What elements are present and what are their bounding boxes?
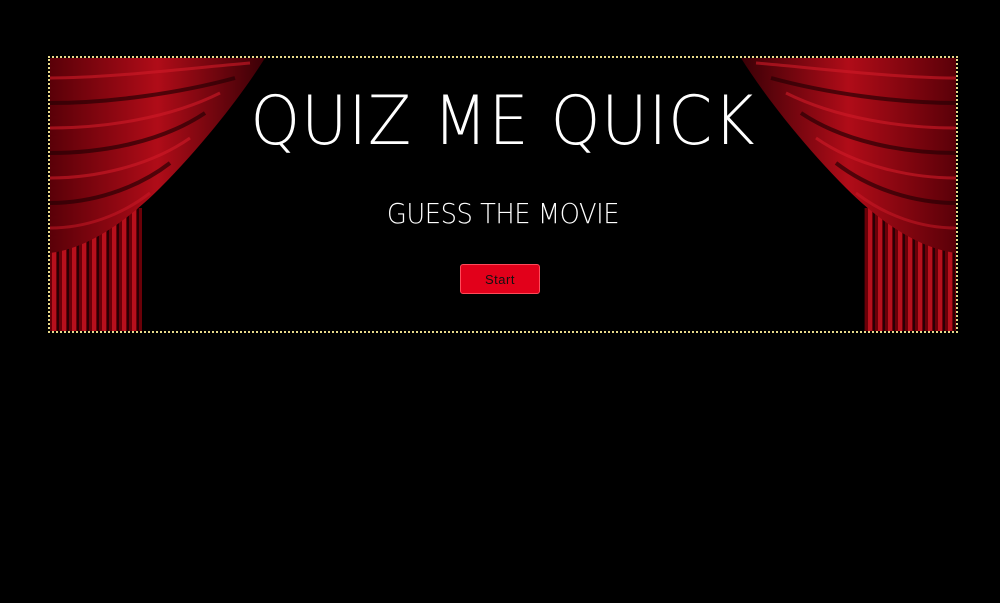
- quiz-banner: QUIZ ME QUICK GUESS THE MOVIE Start: [48, 56, 958, 333]
- page-title: QUIZ ME QUICK: [250, 82, 756, 161]
- page-subtitle: GUESS THE MOVIE: [386, 197, 620, 230]
- start-button[interactable]: Start: [460, 264, 540, 294]
